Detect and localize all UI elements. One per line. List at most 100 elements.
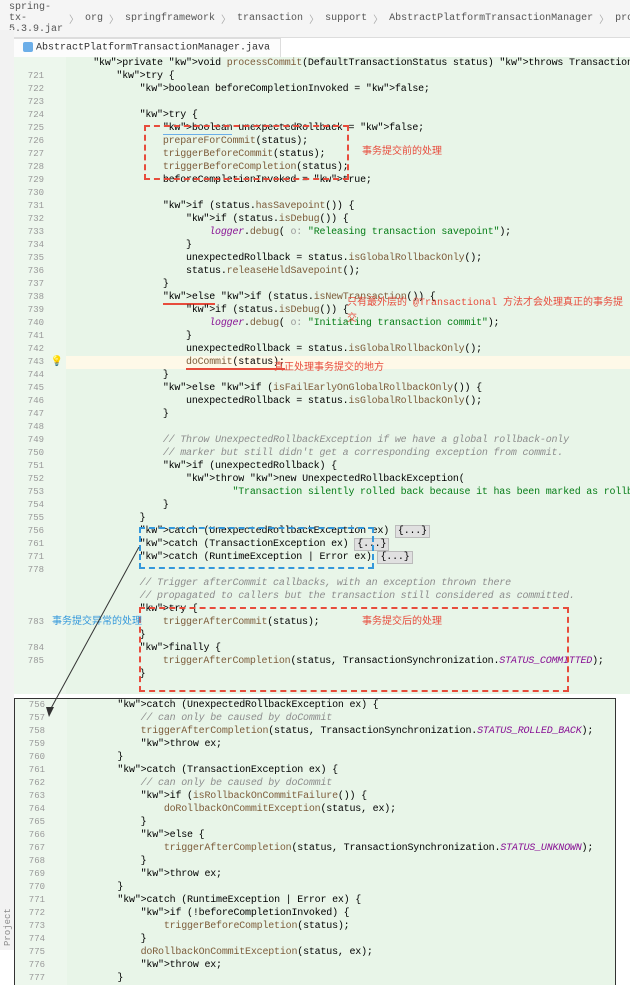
code-line[interactable]: 733 logger.debug( o: "Releasing transact… xyxy=(14,226,630,239)
code-content[interactable]: "kw">throw "kw">new UnexpectedRollbackEx… xyxy=(66,473,630,486)
code-content[interactable]: "kw">try { xyxy=(66,70,630,83)
code-content[interactable]: } xyxy=(67,855,615,868)
code-line[interactable]: 745 "kw">else "kw">if (isFailEarlyOnGlob… xyxy=(14,382,630,395)
code-line[interactable]: 771 "kw">catch (RuntimeException | Error… xyxy=(15,894,615,907)
code-content[interactable]: "kw">catch (RuntimeException | Error ex)… xyxy=(66,551,630,564)
code-content[interactable]: triggerBeforeCommit(status); xyxy=(66,148,630,161)
code-content[interactable] xyxy=(66,421,630,434)
code-line[interactable]: 767 triggerAfterCompletion(status, Trans… xyxy=(15,842,615,855)
code-content[interactable]: } xyxy=(67,881,615,894)
code-content[interactable]: "kw">else "kw">if (isFailEarlyOnGlobalRo… xyxy=(66,382,630,395)
code-content[interactable]: "kw">throw ex; xyxy=(67,959,615,972)
code-content[interactable]: } xyxy=(67,933,615,946)
code-content[interactable]: "kw">finally { xyxy=(66,642,630,655)
code-content[interactable]: triggerAfterCompletion(status, Transacti… xyxy=(67,725,615,738)
code-content[interactable] xyxy=(66,187,630,200)
code-content[interactable]: // Trigger afterCommit callbacks, with a… xyxy=(66,577,630,590)
code-content[interactable] xyxy=(66,564,630,577)
code-content[interactable]: "kw">catch (TransactionException ex) { xyxy=(67,764,615,777)
code-line[interactable]: 763 "kw">if (isRollbackOnCommitFailure()… xyxy=(15,790,615,803)
code-content[interactable]: } xyxy=(66,499,630,512)
code-content[interactable]: // can only be caused by doCommit xyxy=(67,777,615,790)
code-content[interactable]: "kw">catch (UnexpectedRollbackException … xyxy=(67,699,615,712)
code-content[interactable]: "kw">boolean beforeCompletionInvoked = "… xyxy=(66,83,630,96)
code-line[interactable]: 742 unexpectedRollback = status.isGlobal… xyxy=(14,343,630,356)
code-content[interactable]: triggerAfterCompletion(status, Transacti… xyxy=(67,842,615,855)
code-line[interactable]: 776 "kw">throw ex; xyxy=(15,959,615,972)
code-content[interactable]: unexpectedRollback = status.isGlobalRoll… xyxy=(66,252,630,265)
code-line[interactable]: 769 "kw">throw ex; xyxy=(15,868,615,881)
code-content[interactable]: "kw">if (status.isDebug()) { xyxy=(66,213,630,226)
code-line[interactable]: 724 "kw">try { xyxy=(14,109,630,122)
code-content[interactable]: "kw">throw ex; xyxy=(67,868,615,881)
code-line[interactable]: 729 beforeCompletionInvoked = "kw">true; xyxy=(14,174,630,187)
code-content[interactable]: "Transaction silently rolled back becaus… xyxy=(66,486,630,499)
code-line[interactable]: 754 } xyxy=(14,499,630,512)
code-content[interactable]: // marker but still didn't get a corresp… xyxy=(66,447,630,460)
code-line[interactable]: 755 } xyxy=(14,512,630,525)
code-line[interactable]: 774 } xyxy=(15,933,615,946)
code-line[interactable]: 762 // can only be caused by doCommit xyxy=(15,777,615,790)
code-line[interactable]: 746 unexpectedRollback = status.isGlobal… xyxy=(14,395,630,408)
code-content[interactable]: // can only be caused by doCommit xyxy=(67,712,615,725)
code-line[interactable]: 773 triggerBeforeCompletion(status); xyxy=(15,920,615,933)
code-editor[interactable]: 事务提交前的处理 只有最外层的 @Transactional 方法才会处理真正的… xyxy=(14,57,630,694)
code-line[interactable]: 759 "kw">throw ex; xyxy=(15,738,615,751)
code-content[interactable]: } xyxy=(66,239,630,252)
code-line[interactable]: 770 } xyxy=(15,881,615,894)
breadcrumb-item[interactable]: processCommit xyxy=(612,13,630,24)
code-content[interactable]: doRollbackOnCommitException(status, ex); xyxy=(67,803,615,816)
sidebar-project[interactable]: Project xyxy=(2,30,14,950)
code-content[interactable]: logger.debug( o: "Releasing transaction … xyxy=(66,226,630,239)
code-content[interactable]: } xyxy=(66,512,630,525)
breadcrumb-item[interactable]: spring-tx-5.3.9.jar xyxy=(6,2,66,35)
code-line[interactable]: 726 prepareForCommit(status); xyxy=(14,135,630,148)
code-line[interactable]: 737 } xyxy=(14,278,630,291)
breadcrumb[interactable]: spring-tx-5.3.9.jar〉org〉springframework〉… xyxy=(0,0,630,38)
code-content[interactable]: "kw">try { xyxy=(66,109,630,122)
code-line[interactable]: 768 } xyxy=(15,855,615,868)
code-content[interactable]: } xyxy=(67,972,615,985)
code-line[interactable]: 772 "kw">if (!beforeCompletionInvoked) { xyxy=(15,907,615,920)
code-content[interactable]: doRollbackOnCommitException(status, ex); xyxy=(67,946,615,959)
code-line[interactable]: 735 unexpectedRollback = status.isGlobal… xyxy=(14,252,630,265)
code-content[interactable]: triggerBeforeCompletion(status); xyxy=(66,161,630,174)
code-line[interactable]: 752 "kw">throw "kw">new UnexpectedRollba… xyxy=(14,473,630,486)
code-content[interactable]: "kw">catch (UnexpectedRollbackException … xyxy=(66,525,630,538)
code-content[interactable]: "kw">boolean unexpectedRollback = "kw">f… xyxy=(66,122,630,135)
code-line[interactable]: 777 } xyxy=(15,972,615,985)
code-content[interactable]: } xyxy=(66,629,630,642)
code-line[interactable]: "kw">private "kw">void processCommit(Def… xyxy=(14,57,630,70)
code-content[interactable]: } xyxy=(67,751,615,764)
code-line[interactable]: 753 "Transaction silently rolled back be… xyxy=(14,486,630,499)
code-content[interactable] xyxy=(66,681,630,694)
code-content[interactable]: } xyxy=(66,408,630,421)
breadcrumb-item[interactable]: AbstractPlatformTransactionManager xyxy=(386,13,596,24)
code-line[interactable]: 760 } xyxy=(15,751,615,764)
code-line[interactable]: 775 doRollbackOnCommitException(status, … xyxy=(15,946,615,959)
code-line[interactable]: 732 "kw">if (status.isDebug()) { xyxy=(14,213,630,226)
code-content[interactable]: "kw">else { xyxy=(67,829,615,842)
code-line[interactable]: 750 // marker but still didn't get a cor… xyxy=(14,447,630,460)
code-content[interactable]: } xyxy=(67,816,615,829)
code-content[interactable]: "kw">if (status.hasSavepoint()) { xyxy=(66,200,630,213)
code-line[interactable]: 756 "kw">catch (UnexpectedRollbackExcept… xyxy=(14,525,630,538)
breadcrumb-item[interactable]: transaction xyxy=(234,13,306,24)
code-content[interactable]: "kw">private "kw">void processCommit(Def… xyxy=(66,57,630,70)
code-line[interactable]: 723 xyxy=(14,96,630,109)
code-line[interactable]: 730 xyxy=(14,187,630,200)
code-line[interactable]: 758 triggerAfterCompletion(status, Trans… xyxy=(15,725,615,738)
sidebar-commit[interactable]: Commit xyxy=(0,30,2,950)
code-line[interactable]: 725 "kw">boolean unexpectedRollback = "k… xyxy=(14,122,630,135)
code-content[interactable]: triggerAfterCommit(status); xyxy=(66,616,630,629)
breadcrumb-item[interactable]: org xyxy=(82,13,106,24)
code-content[interactable]: prepareForCommit(status); xyxy=(66,135,630,148)
code-line[interactable]: 751 "kw">if (unexpectedRollback) { xyxy=(14,460,630,473)
code-line[interactable]: 731 "kw">if (status.hasSavepoint()) { xyxy=(14,200,630,213)
code-content[interactable]: // Throw UnexpectedRollbackException if … xyxy=(66,434,630,447)
code-line[interactable]: 761 "kw">catch (TransactionException ex)… xyxy=(15,764,615,777)
code-content[interactable]: // propagated to callers but the transac… xyxy=(66,590,630,603)
code-line[interactable]: 766 "kw">else { xyxy=(15,829,615,842)
breadcrumb-item[interactable]: support xyxy=(322,13,370,24)
code-content[interactable]: "kw">if (unexpectedRollback) { xyxy=(66,460,630,473)
